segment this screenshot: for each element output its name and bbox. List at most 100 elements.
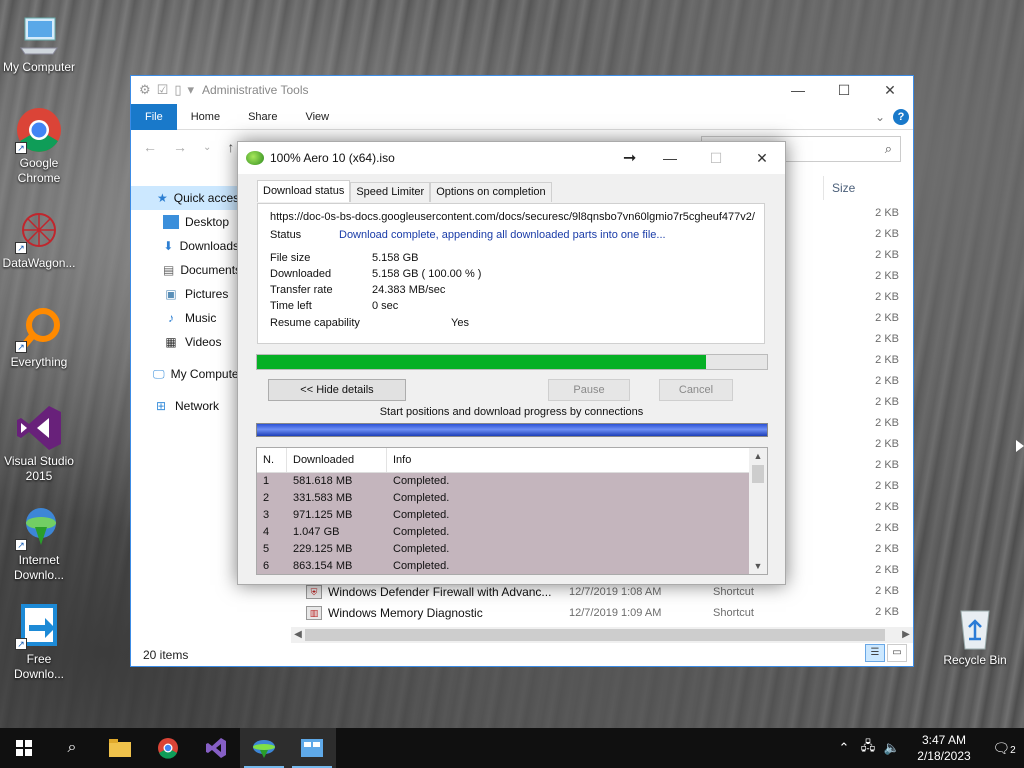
connection-downloaded: 971.125 MB bbox=[293, 509, 353, 521]
nav-item-pictures[interactable]: ▣ Pictures bbox=[131, 282, 239, 306]
scrollbar-thumb[interactable] bbox=[752, 465, 764, 483]
table-row[interactable]: 3 971.125 MB Completed. bbox=[257, 507, 749, 524]
minimize-button[interactable]: — bbox=[775, 82, 821, 99]
table-row[interactable]: 4 1.047 GB Completed. bbox=[257, 524, 749, 541]
connection-info: Completed. bbox=[393, 543, 450, 555]
tab-download-status[interactable]: Download status bbox=[257, 180, 351, 202]
table-row[interactable]: 5 229.125 MB Completed. bbox=[257, 541, 749, 558]
column-header-downloaded[interactable]: Downloaded bbox=[287, 448, 387, 472]
desktop-icon-internet-download-manager[interactable]: ↗ Internet Downlo... bbox=[0, 503, 78, 583]
file-size-row: File size 5.158 GB bbox=[270, 252, 418, 264]
tab-file[interactable]: File bbox=[131, 103, 177, 130]
desktop-icon-visual-studio[interactable]: Visual Studio 2015 bbox=[0, 404, 78, 484]
scrollbar-thumb[interactable] bbox=[305, 629, 885, 641]
connection-info: Completed. bbox=[393, 509, 450, 521]
nav-item-network[interactable]: ⊞ Network bbox=[131, 394, 239, 418]
file-size: 2 KB bbox=[875, 417, 899, 429]
back-arrow-icon[interactable]: ← bbox=[143, 139, 157, 155]
nav-item-downloads[interactable]: ⬇ Downloads bbox=[131, 234, 239, 258]
close-button[interactable]: ✕ bbox=[867, 82, 913, 99]
table-row[interactable]: 2 331.583 MB Completed. bbox=[257, 490, 749, 507]
desktop-icon-recycle-bin[interactable]: Recycle Bin bbox=[936, 603, 1014, 668]
up-arrow-icon[interactable]: ↑ bbox=[227, 139, 234, 155]
start-button[interactable] bbox=[0, 728, 48, 768]
help-icon[interactable]: ? bbox=[893, 108, 909, 125]
action-center-button[interactable]: 🗨2 bbox=[984, 740, 1024, 757]
file-size: 2 KB bbox=[875, 228, 899, 240]
shortcut-arrow-icon: ↗ bbox=[15, 539, 27, 551]
connection-info: Completed. bbox=[393, 492, 450, 504]
network-icon[interactable]: 🖧 bbox=[856, 737, 880, 759]
volume-icon[interactable]: 🔈 bbox=[880, 740, 904, 756]
pause-button: Pause bbox=[548, 379, 630, 401]
new-folder-icon[interactable]: ▯ bbox=[174, 82, 181, 98]
tab-speed-limiter[interactable]: Speed Limiter bbox=[350, 182, 431, 202]
nav-item-my-computer[interactable]: 🖵 My Computer bbox=[131, 362, 239, 386]
taskbar-chrome[interactable] bbox=[144, 728, 192, 768]
item-count: 20 items bbox=[143, 648, 189, 662]
maximize-button[interactable]: ☐ bbox=[821, 82, 867, 99]
close-button[interactable]: ✕ bbox=[739, 150, 785, 167]
desktop-icon-label: Visual Studio 2015 bbox=[4, 454, 74, 483]
connections-table[interactable]: N. Downloaded Info 1 581.618 MB Complete… bbox=[256, 447, 768, 575]
nav-item-desktop[interactable]: Desktop bbox=[131, 210, 239, 234]
taskbar-internet-download-manager[interactable] bbox=[240, 728, 288, 768]
shortcut-arrow-icon: ↗ bbox=[15, 142, 27, 154]
desktop-icon-everything[interactable]: ↗ Everything bbox=[0, 305, 78, 370]
status-value: Download complete, appending all downloa… bbox=[339, 229, 666, 241]
details-view-icon[interactable]: ☰ bbox=[865, 644, 885, 662]
desktop-icon-label: Internet Downlo... bbox=[13, 553, 65, 582]
table-row[interactable]: 6 863.154 MB Completed. bbox=[257, 558, 749, 574]
connection-downloaded: 331.583 MB bbox=[293, 492, 353, 504]
taskbar-administrative-tools[interactable] bbox=[288, 728, 336, 768]
recent-locations-icon[interactable]: ⌄ bbox=[203, 142, 211, 153]
transfer-rate-value: 24.383 MB/sec bbox=[372, 284, 446, 296]
vertical-scrollbar[interactable]: ▲ ▼ bbox=[749, 448, 767, 574]
nav-item-label: Videos bbox=[185, 335, 222, 349]
nav-item-videos[interactable]: ▦ Videos bbox=[131, 330, 239, 354]
desktop-icon-my-computer[interactable]: My Computer bbox=[0, 10, 78, 75]
time-left-value: 0 sec bbox=[372, 300, 399, 312]
column-header-size[interactable]: Size bbox=[823, 176, 905, 200]
scroll-up-icon[interactable]: ▲ bbox=[749, 448, 767, 464]
desktop-icon-google-chrome[interactable]: ↗ Google Chrome bbox=[0, 106, 78, 186]
search-button[interactable]: ⌕ bbox=[48, 728, 96, 768]
column-header-info[interactable]: Info bbox=[387, 448, 749, 472]
horizontal-scrollbar[interactable]: ◀ ▶ bbox=[291, 627, 913, 643]
chevron-up-icon[interactable]: ⌃ bbox=[832, 740, 856, 756]
desktop-icon-label: My Computer bbox=[2, 60, 76, 74]
nav-item-music[interactable]: ♪ Music bbox=[131, 306, 239, 330]
hide-details-button[interactable]: << Hide details bbox=[268, 379, 406, 401]
tab-share[interactable]: Share bbox=[234, 104, 291, 130]
dialog-titlebar: 100% Aero 10 (x64).iso ➞ — ☐ ✕ bbox=[238, 142, 785, 174]
window-title: Administrative Tools bbox=[202, 83, 309, 97]
tab-options-on-completion[interactable]: Options on completion bbox=[430, 182, 552, 202]
scroll-down-icon[interactable]: ▼ bbox=[749, 558, 767, 574]
chevron-down-icon[interactable]: ▾ bbox=[187, 82, 194, 98]
tab-home[interactable]: Home bbox=[177, 104, 234, 130]
properties-icon[interactable]: ⚙ bbox=[139, 82, 151, 98]
file-row[interactable]: ▥ Windows Memory Diagnostic 12/7/2019 1:… bbox=[306, 602, 754, 623]
checkmark-icon[interactable]: ☑ bbox=[157, 82, 169, 98]
desktop-icon-free-download-manager[interactable]: ↗ Free Downlo... bbox=[0, 602, 78, 682]
scroll-right-icon[interactable]: ▶ bbox=[899, 627, 913, 643]
column-header-number[interactable]: N. bbox=[257, 448, 287, 472]
taskbar-file-explorer[interactable] bbox=[96, 728, 144, 768]
file-date: 12/7/2019 1:08 AM bbox=[569, 585, 662, 598]
table-row[interactable]: 1 581.618 MB Completed. bbox=[257, 473, 749, 490]
nav-item-documents[interactable]: ▤ Documents bbox=[131, 258, 239, 282]
desktop-icon-datawagon[interactable]: ↗ DataWagon... bbox=[0, 206, 78, 271]
taskbar-visual-studio[interactable] bbox=[192, 728, 240, 768]
size-column: 2 KB 2 KB 2 KB 2 KB 2 KB 2 KB 2 KB 2 KB … bbox=[831, 203, 899, 623]
nav-item-label: Pictures bbox=[185, 287, 229, 301]
tab-view[interactable]: View bbox=[291, 104, 343, 130]
scroll-left-icon[interactable]: ◀ bbox=[291, 627, 305, 643]
expand-ribbon-icon[interactable]: ⌄ bbox=[875, 110, 885, 124]
minimize-button[interactable]: — bbox=[647, 150, 693, 166]
clock[interactable]: 3:47 AM 2/18/2023 bbox=[904, 732, 984, 764]
nav-item-quick-access[interactable]: ★ Quick access bbox=[131, 186, 239, 210]
system-tray: ⌃ 🖧 🔈 3:47 AM 2/18/2023 🗨2 bbox=[832, 728, 1024, 768]
file-size: 2 KB bbox=[875, 312, 899, 324]
large-icons-view-icon[interactable]: ▭ bbox=[887, 644, 907, 662]
forward-arrow-icon[interactable]: → bbox=[173, 139, 187, 155]
